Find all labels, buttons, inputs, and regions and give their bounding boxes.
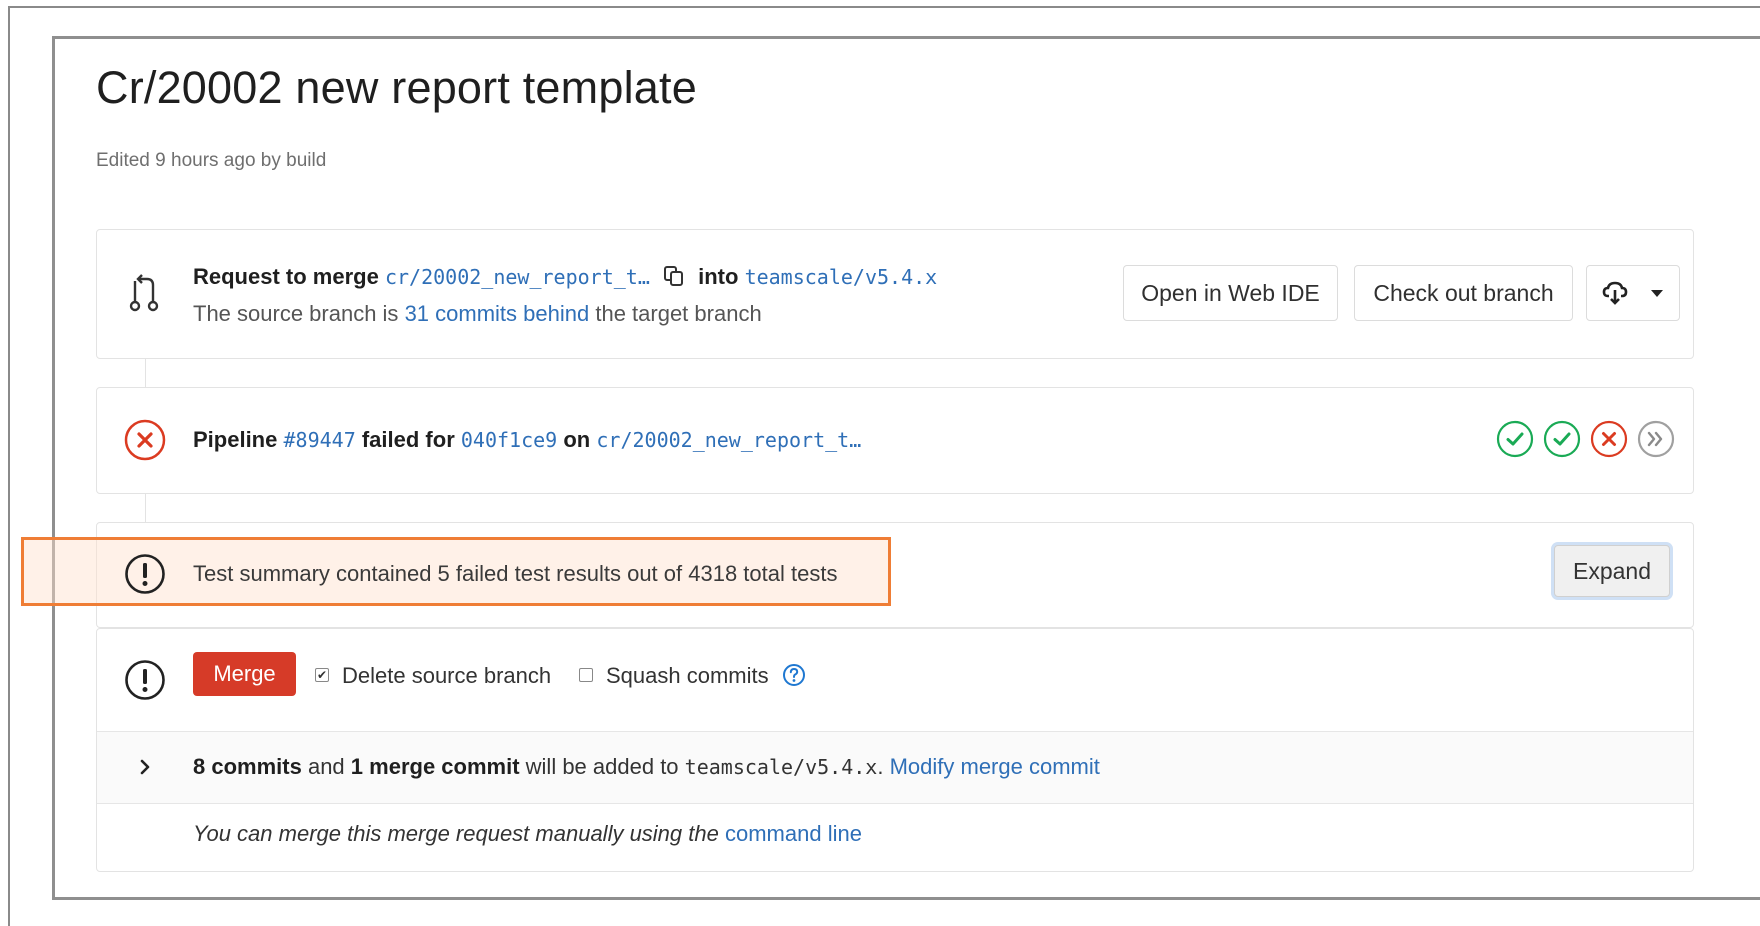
pipeline-id-link[interactable]: #89447 xyxy=(283,428,355,452)
source-branch-link[interactable]: cr/20002_new_report_t… xyxy=(385,265,650,289)
expand-button[interactable]: Expand xyxy=(1554,545,1670,597)
stage-skipped-icon[interactable] xyxy=(1637,420,1675,458)
stage-passed-icon[interactable] xyxy=(1543,420,1581,458)
chevron-down-icon xyxy=(1650,289,1664,298)
manual-merge-text: You can merge this merge request manuall… xyxy=(193,821,719,846)
merge-commit-count: 1 merge commit xyxy=(350,754,520,779)
merge-request-summary: Request to merge cr/20002_new_report_t… … xyxy=(193,264,937,290)
branch-status: The source branch is 31 commits behind t… xyxy=(193,301,762,327)
status-suffix: the target branch xyxy=(595,301,762,326)
commits-count: 8 commits xyxy=(193,754,302,779)
delete-source-checkbox[interactable]: ✔ xyxy=(315,668,329,682)
failed-for-label: failed for xyxy=(361,427,455,452)
period: . xyxy=(877,754,884,779)
chevron-right-icon[interactable] xyxy=(134,756,156,778)
squash-commits-label[interactable]: Squash commits xyxy=(606,663,769,689)
pipeline-failed-icon xyxy=(124,419,166,461)
status-prefix: The source branch is xyxy=(193,301,399,326)
added-to-label: will be added to xyxy=(525,754,679,779)
request-label: Request to merge xyxy=(193,264,379,289)
merge-request-icon xyxy=(124,273,164,313)
warning-icon xyxy=(124,659,166,701)
merge-button[interactable]: Merge xyxy=(193,652,296,696)
modify-merge-commit-link[interactable]: Modify merge commit xyxy=(890,754,1100,779)
commits-behind-link[interactable]: 31 commits behind xyxy=(405,301,590,326)
test-summary-text: Test summary contained 5 failed test res… xyxy=(193,561,838,586)
page-title: Cr/20002 new report template xyxy=(96,62,697,113)
squash-commits-checkbox[interactable] xyxy=(579,668,593,682)
copy-branch-icon[interactable] xyxy=(662,265,686,287)
stage-failed-icon[interactable] xyxy=(1590,420,1628,458)
manual-merge-info: You can merge this merge request manuall… xyxy=(193,821,862,847)
download-dropdown-button[interactable] xyxy=(1586,265,1680,321)
on-label: on xyxy=(563,427,591,452)
target-branch: teamscale/v5.4.x xyxy=(684,755,878,779)
pipeline-branch-link[interactable]: cr/20002_new_report_t… xyxy=(596,428,861,452)
edited-info: Edited 9 hours ago by build xyxy=(96,150,327,171)
open-web-ide-button[interactable]: Open in Web IDE xyxy=(1123,265,1338,321)
check-out-branch-button[interactable]: Check out branch xyxy=(1354,265,1573,321)
commits-info: 8 commits and 1 merge commit will be add… xyxy=(193,754,1100,780)
and-label: and xyxy=(307,754,345,779)
into-label: into xyxy=(698,264,739,289)
download-icon xyxy=(1602,281,1628,305)
pipeline-label: Pipeline xyxy=(193,427,278,452)
delete-source-label[interactable]: Delete source branch xyxy=(342,663,551,689)
stage-passed-icon[interactable] xyxy=(1496,420,1534,458)
connector-line xyxy=(145,359,146,387)
command-line-link[interactable]: command line xyxy=(725,821,862,846)
target-branch-link[interactable]: teamscale/v5.4.x xyxy=(745,265,938,289)
help-icon[interactable] xyxy=(782,663,806,687)
connector-line xyxy=(145,494,146,522)
warning-icon xyxy=(124,553,166,595)
commit-sha-link[interactable]: 040f1ce9 xyxy=(461,428,557,452)
pipeline-summary: Pipeline #89447 failed for 040f1ce9 on c… xyxy=(193,427,861,453)
